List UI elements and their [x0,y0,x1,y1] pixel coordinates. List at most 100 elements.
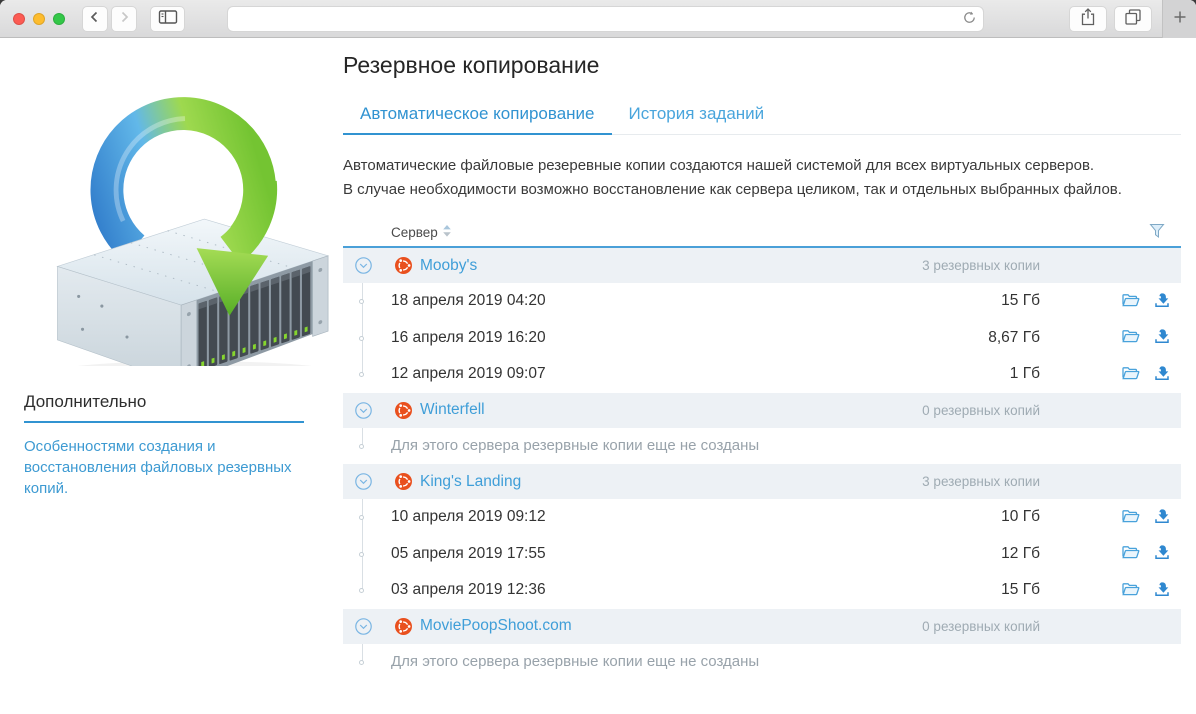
browse-files-button[interactable] [1122,366,1140,383]
url-input[interactable] [238,8,962,30]
browser-toolbar [0,0,1196,38]
browse-files-button[interactable] [1122,293,1140,310]
backup-row: 03 апреля 2019 12:36 15 Гб [343,572,1181,609]
backup-count-badge: 0 резервных копий [922,619,1040,634]
timeline-dot [359,336,364,341]
server-name-link[interactable]: Mooby's [420,257,477,275]
backup-size: 15 Гб [1001,581,1040,599]
timeline-dot [359,299,364,304]
folder-icon [1122,293,1140,310]
backup-row: 05 апреля 2019 17:55 12 Гб [343,536,1181,573]
collapse-server-button[interactable] [355,402,372,419]
backup-date: 10 апреля 2019 09:12 [391,508,546,526]
reload-button[interactable] [962,10,977,28]
download-icon [1154,508,1170,527]
sidebar-toggle-button[interactable] [150,6,185,32]
filter-button[interactable] [1149,223,1165,242]
page-title: Резервное копирование [343,52,1181,79]
description-line: Автоматические файловые резеревные копии… [343,154,1181,178]
row-actions [1040,292,1181,311]
backup-entries: 10 апреля 2019 09:12 10 Гб 05 апреля 201… [343,499,1181,609]
server-name-link[interactable]: Winterfell [420,401,485,419]
server-section: King's Landing 3 резервных копии 10 апре… [343,464,1181,609]
backups-table: Сервер Mooby's 3 резервн [343,218,1181,680]
forward-button[interactable] [111,6,137,32]
chevron-down-circle-icon [355,618,372,635]
sort-icon [443,225,451,240]
browse-files-button[interactable] [1122,509,1140,526]
new-tab-button[interactable] [1162,0,1196,38]
window-controls [13,13,65,25]
row-actions [1040,328,1181,347]
back-button[interactable] [82,6,108,32]
restore-button[interactable] [1154,292,1170,311]
table-header: Сервер [343,218,1181,248]
backup-row: 10 апреля 2019 09:12 10 Гб [343,499,1181,536]
browse-files-button[interactable] [1122,582,1140,599]
backup-count-badge: 0 резервных копий [922,403,1040,418]
backup-size: 15 Гб [1001,292,1040,310]
server-column-label: Сервер [391,225,438,240]
chevron-down-circle-icon [355,257,372,274]
backup-size: 1 Гб [1010,365,1040,383]
server-group-row: Winterfell 0 резервных копий [343,393,1181,428]
tabs-overview-button[interactable] [1114,6,1152,32]
server-name-link[interactable]: MoviePoopShoot.com [420,617,572,635]
backup-entries: Для этого сервера резервные копии еще не… [343,428,1181,465]
browse-files-button[interactable] [1122,545,1140,562]
restore-button[interactable] [1154,544,1170,563]
server-section: MoviePoopShoot.com 0 резервных копий Для… [343,609,1181,681]
additional-heading: Дополнительно [24,392,304,423]
folder-icon [1122,329,1140,346]
browser-window: Дополнительно Особенностями создания и в… [0,0,1196,714]
backup-date: 16 апреля 2019 16:20 [391,329,546,347]
reload-icon [962,10,977,28]
tab-automatic-backup[interactable]: Автоматическое копирование [343,104,612,135]
folder-icon [1122,582,1140,599]
timeline-dot [359,444,364,449]
tab-job-history[interactable]: История заданий [612,104,782,134]
server-column-header[interactable]: Сервер [391,225,451,240]
server-section: Mooby's 3 резервных копии 18 апреля 2019… [343,248,1181,393]
restore-button[interactable] [1154,365,1170,384]
chevron-right-icon [116,9,132,28]
additional-link[interactable]: Особенностями создания и восстановления … [24,436,308,499]
backup-count-badge: 3 резервных копии [922,258,1040,273]
browse-files-button[interactable] [1122,329,1140,346]
plus-icon [1174,10,1186,28]
main-panel: Резервное копирование Автоматическое коп… [343,38,1196,713]
server-name-link[interactable]: King's Landing [420,473,521,491]
no-backups-message: Для этого сервера резервные копии еще не… [391,653,759,670]
collapse-server-button[interactable] [355,257,372,274]
timeline-dot [359,372,364,377]
empty-row: Для этого сервера резервные копии еще не… [343,428,1181,465]
folder-icon [1122,545,1140,562]
close-button[interactable] [13,13,25,25]
restore-button[interactable] [1154,581,1170,600]
backup-size: 10 Гб [1001,508,1040,526]
backup-row: 16 апреля 2019 16:20 8,67 Гб [343,320,1181,357]
restore-button[interactable] [1154,328,1170,347]
tabs-overview-icon [1124,8,1142,29]
download-icon [1154,328,1170,347]
backup-entries: 18 апреля 2019 04:20 15 Гб 16 апреля 201… [343,283,1181,393]
row-actions [1040,508,1181,527]
timeline-dot [359,552,364,557]
collapse-server-button[interactable] [355,618,372,635]
sidebar: Дополнительно Особенностями создания и в… [0,38,343,713]
restore-button[interactable] [1154,508,1170,527]
collapse-server-button[interactable] [355,473,372,490]
address-bar [227,6,984,32]
download-icon [1154,365,1170,384]
share-button[interactable] [1069,6,1107,32]
backup-date: 05 апреля 2019 17:55 [391,545,546,563]
backup-date: 03 апреля 2019 12:36 [391,581,546,599]
row-actions [1040,581,1181,600]
zoom-button[interactable] [53,13,65,25]
server-group-row: Mooby's 3 резервных копии [343,248,1181,283]
ubuntu-icon [395,257,412,274]
minimize-button[interactable] [33,13,45,25]
download-icon [1154,544,1170,563]
backup-date: 18 апреля 2019 04:20 [391,292,546,310]
backup-row: 12 апреля 2019 09:07 1 Гб [343,356,1181,393]
